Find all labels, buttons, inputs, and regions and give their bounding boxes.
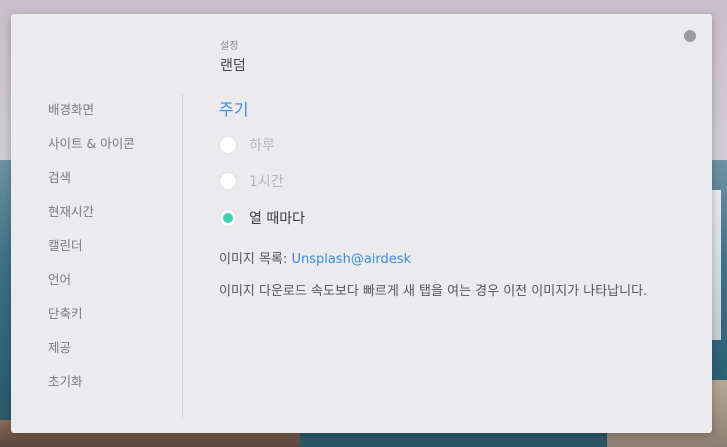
page-title: 랜덤 [220,58,246,74]
sidebar-item-sites-icons[interactable]: 사이트 & 아이콘 [48,133,135,152]
option-label: 1시간 [249,174,284,190]
radio-button[interactable] [219,136,237,154]
sidebar-item-wallpaper[interactable]: 배경화면 [48,99,94,118]
settings-panel: 설정 랜덤 배경화면 사이트 & 아이콘 검색 현재시간 캘린더 언어 단축키 … [11,14,712,433]
radio-button[interactable] [219,172,237,190]
sidebar-item-current-time[interactable]: 현재시간 [48,201,94,220]
image-source-link[interactable]: Unsplash@airdesk [291,252,411,267]
sidebar-item-calendar[interactable]: 캘린더 [48,235,83,254]
option-daily[interactable]: 하루 [219,134,275,156]
section-title-interval: 주기 [219,100,249,119]
option-label: 열 때마다 [249,211,305,227]
sidebar-item-shortcuts[interactable]: 단축키 [48,303,83,322]
sidebar-item-language[interactable]: 언어 [48,269,71,288]
sidebar-item-credits[interactable]: 제공 [48,337,71,356]
image-source: 이미지 목록: Unsplash@airdesk [219,248,411,267]
sidebar-item-search[interactable]: 검색 [48,167,71,186]
breadcrumb: 설정 [220,41,239,52]
description-text: 이미지 다운로드 속도보다 빠르게 새 탭을 여는 경우 이전 이미지가 나타납… [219,284,648,299]
option-label: 하루 [249,138,275,154]
option-hourly[interactable]: 1시간 [219,170,284,192]
option-every-open[interactable]: 열 때마다 [219,207,305,229]
radio-button-selected[interactable] [219,209,237,227]
settings-sidebar: 배경화면 사이트 & 아이콘 검색 현재시간 캘린더 언어 단축키 제공 초기화 [11,94,183,419]
sidebar-item-reset[interactable]: 초기화 [48,371,83,390]
image-source-label: 이미지 목록: [219,252,288,267]
close-icon[interactable] [684,30,696,42]
